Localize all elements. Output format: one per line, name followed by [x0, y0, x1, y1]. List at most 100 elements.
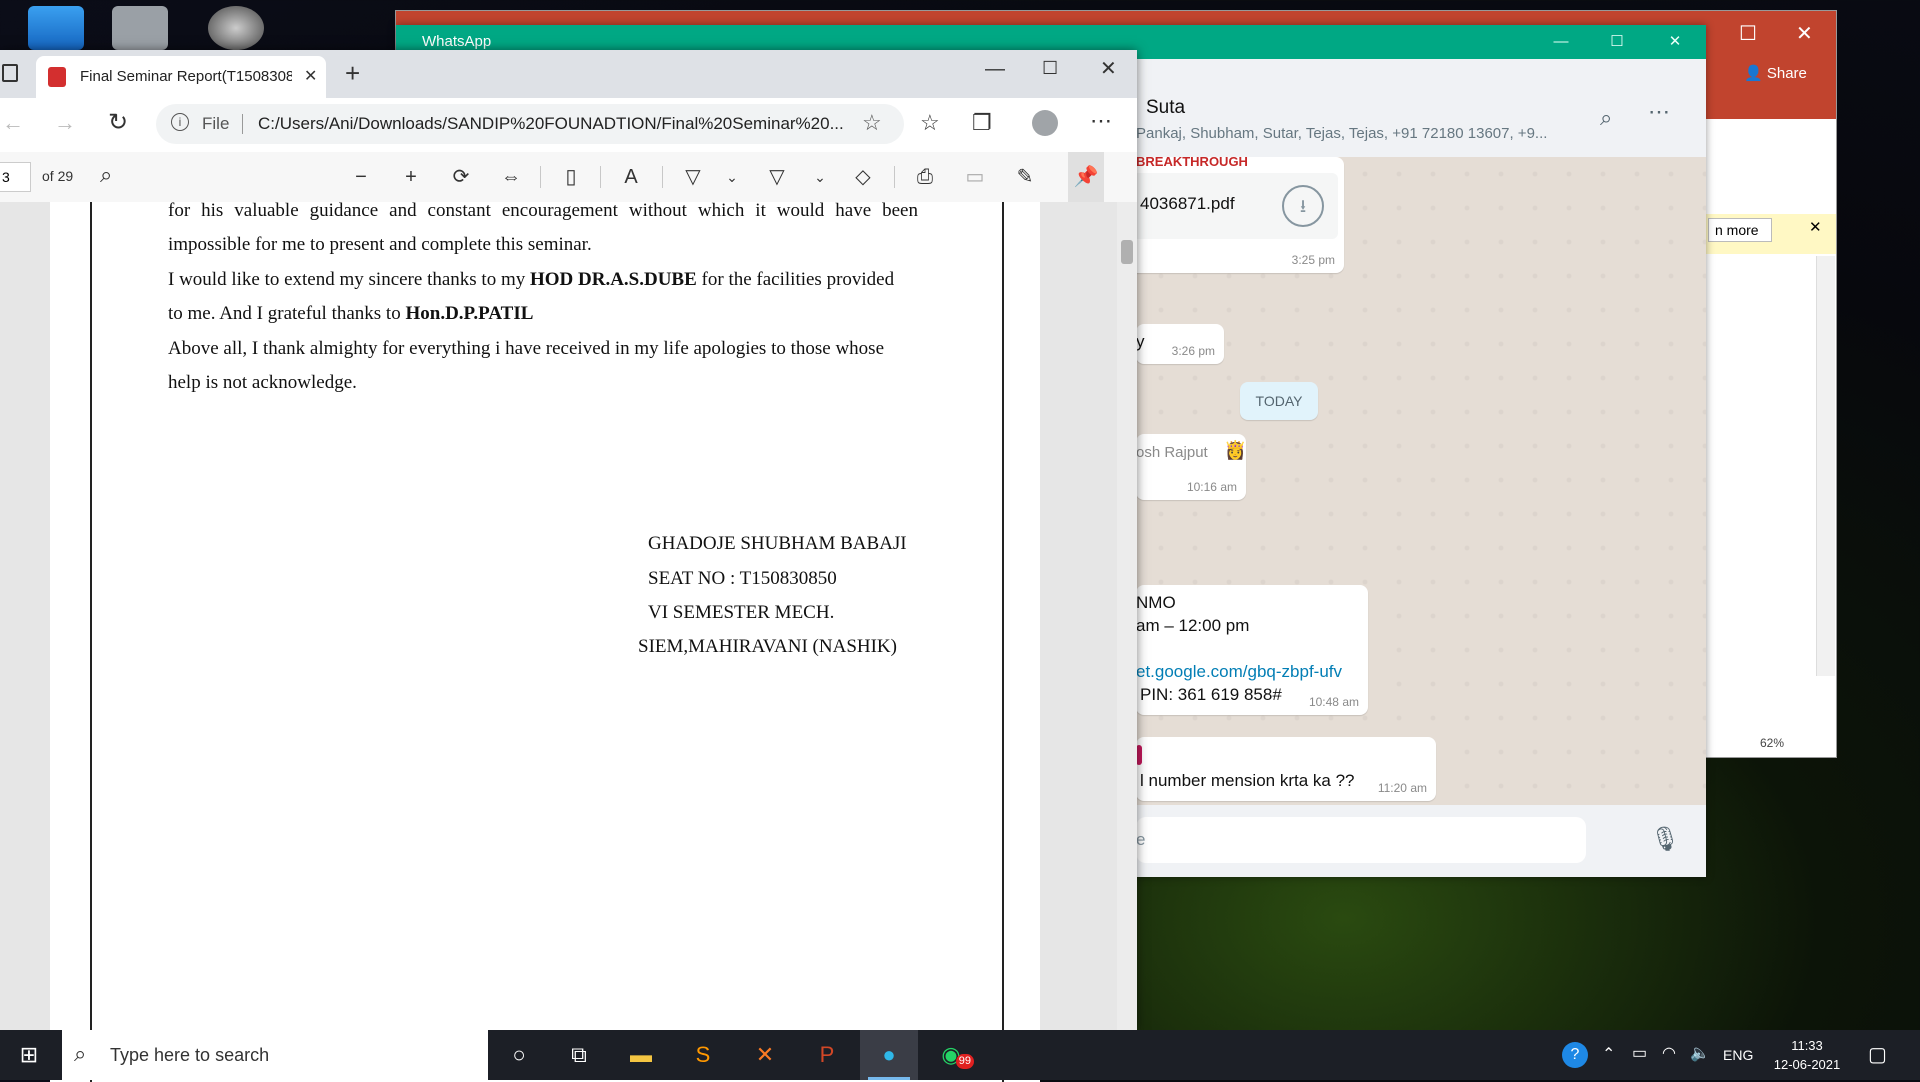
more-options-icon[interactable]: ⋯	[1648, 99, 1670, 125]
wa-close-button[interactable]: ✕	[1647, 25, 1703, 59]
favorites-icon[interactable]: ☆	[920, 110, 940, 136]
maximize-button[interactable]: ☐	[1042, 58, 1058, 79]
address-text[interactable]: C:/Users/Ani/Downloads/SANDIP%20FOUNADTI…	[258, 114, 844, 134]
ppt-maximize-button[interactable]: ☐	[1739, 21, 1757, 46]
powerpoint-taskbar-icon[interactable]: P	[798, 1030, 856, 1080]
battery-icon[interactable]: ▭	[1632, 1043, 1647, 1063]
meeting-title: NMO	[1136, 593, 1176, 612]
save-as-icon[interactable]: ✎	[1010, 152, 1040, 202]
edge-taskbar-icon[interactable]: ●	[860, 1030, 918, 1080]
minimize-button[interactable]: —	[985, 58, 1005, 81]
paragraph-line: for his valuable guidance and constant e…	[168, 200, 918, 221]
pdf-scrollbar[interactable]	[1117, 202, 1137, 1030]
desktop-app-icon[interactable]	[208, 6, 264, 50]
date-divider: TODAY	[1240, 382, 1318, 420]
notifications-icon[interactable]: ▢	[1868, 1042, 1887, 1067]
page-total: of 29	[42, 168, 74, 184]
this-pc-icon[interactable]	[28, 6, 84, 50]
ppt-share-button[interactable]: 👤 Share	[1744, 64, 1807, 82]
collections-icon[interactable]: ❐	[972, 110, 992, 136]
message-time: 3:25 pm	[1291, 253, 1335, 267]
new-tab-button[interactable]: +	[345, 58, 360, 89]
cortana-icon[interactable]: ○	[490, 1030, 548, 1080]
recycle-bin-icon[interactable]	[112, 6, 168, 50]
xampp-icon[interactable]: ✕	[736, 1030, 794, 1080]
toolbar-divider	[600, 166, 601, 188]
close-button[interactable]: ✕	[1100, 56, 1117, 81]
paragraph-line: impossible for me to present and complet…	[168, 234, 592, 255]
address-bar[interactable]: i File C:/Users/Ani/Downloads/SANDIP%20F…	[156, 104, 904, 144]
ppt-close-button[interactable]: ✕	[1796, 21, 1813, 46]
favorite-add-icon[interactable]: ☆	[862, 110, 882, 136]
whatsapp-unread-badge: 99	[955, 1054, 974, 1069]
attachment-bubble[interactable]: BREAKTHROUGH 4036871.pdf ⭳ 3:25 pm	[1126, 157, 1344, 273]
message-bubble[interactable]: osh Rajput 👸 10:16 am	[1136, 434, 1246, 500]
meeting-message-bubble[interactable]: NMO am – 12:00 pm et.google.com/gbq-zbpf…	[1136, 585, 1368, 715]
whatsapp-title: WhatsApp	[422, 33, 492, 50]
signature-college: SIEM,MAHIRAVANI (NASHIK)	[638, 636, 897, 657]
tab-strip: Final Seminar Report(T15083085 ✕ + — ☐ ✕	[0, 50, 1137, 98]
sublime-text-icon[interactable]: S	[674, 1030, 732, 1080]
ppt-zoom-level[interactable]: 62%	[1760, 736, 1784, 750]
meeting-link[interactable]: et.google.com/gbq-zbpf-ufv	[1136, 662, 1342, 682]
input-language[interactable]: ENG	[1723, 1047, 1753, 1063]
refresh-icon[interactable]: ↻	[108, 108, 128, 137]
pdf-viewer[interactable]: for his valuable guidance and constant e…	[0, 200, 1137, 1082]
taskbar-search[interactable]: ⌕ Type here to search	[62, 1030, 488, 1080]
scrollbar-thumb[interactable]	[1121, 240, 1133, 264]
person-icon: 👤	[1744, 65, 1763, 82]
meeting-time-range: am – 12:00 pm	[1136, 616, 1250, 635]
signature-semester: VI SEMESTER MECH.	[648, 602, 835, 623]
start-button[interactable]: ⊞	[0, 1030, 58, 1080]
volume-icon[interactable]: 🔈	[1690, 1043, 1710, 1063]
info-icon[interactable]: i	[171, 113, 189, 131]
message-time: 10:48 am	[1308, 695, 1359, 709]
clock-date: 12-06-2021	[1773, 1057, 1841, 1072]
tab-actions-icon[interactable]	[2, 64, 18, 82]
pin-toolbar-icon[interactable]: 📌	[1068, 152, 1104, 202]
meeting-pin: PIN: 361 619 858#	[1140, 685, 1282, 704]
page-number-input[interactable]: 3	[0, 162, 31, 192]
settings-more-icon[interactable]: ⋯	[1090, 108, 1112, 134]
wifi-icon[interactable]: ◠	[1662, 1043, 1676, 1063]
browser-window: Final Seminar Report(T15083085 ✕ + — ☐ ✕…	[0, 50, 1137, 1082]
text-span: to me. And I grateful thanks to	[168, 303, 406, 324]
attachment-file[interactable]: 4036871.pdf ⭳	[1132, 173, 1338, 239]
whatsapp-taskbar-icon[interactable]: ◉ 99	[922, 1030, 980, 1080]
message-text: l number mension krta ka ??	[1140, 771, 1355, 790]
help-icon[interactable]: ?	[1562, 1042, 1588, 1068]
file-explorer-icon[interactable]: ▬	[612, 1030, 670, 1080]
message-bubble[interactable]: l number mension krta ka ?? 11:20 am	[1136, 737, 1436, 801]
toolbar-divider	[894, 166, 895, 188]
taskbar: ⊞ ⌕ Type here to search ○ ⧉ ▬ S ✕ P ● ◉ …	[0, 1030, 1920, 1080]
wa-minimize-button[interactable]: —	[1533, 25, 1589, 59]
ppt-notice-close-icon[interactable]: ✕	[1809, 218, 1822, 236]
message-bubble[interactable]: y 3:26 pm	[1136, 324, 1224, 364]
pdf-search-icon[interactable]: ⌕	[100, 162, 112, 188]
address-bar-row: ← → ↻ i File C:/Users/Ani/Downloads/SAND…	[0, 98, 1137, 153]
hod-name: HOD DR.A.S.DUBE	[529, 269, 697, 290]
ppt-scrollbar[interactable]	[1816, 256, 1835, 676]
text-span: for the facilities provided	[696, 269, 895, 290]
forward-icon[interactable]: →	[54, 110, 76, 136]
paragraph-line: help is not acknowledge.	[168, 372, 357, 393]
profile-avatar[interactable]	[1032, 110, 1058, 136]
microphone-icon[interactable]: 🎙	[1650, 825, 1680, 854]
paragraph-line: Above all, I thank almighty for everythi…	[168, 338, 884, 359]
wa-maximize-button[interactable]: ☐	[1589, 25, 1645, 59]
message-text: y	[1136, 332, 1145, 351]
tab-title: Final Seminar Report(T15083085	[80, 68, 292, 85]
clock[interactable]: 11:33 12-06-2021	[1772, 1036, 1842, 1074]
save-icon[interactable]: ▭	[960, 152, 990, 202]
back-icon[interactable]: ←	[2, 110, 24, 136]
message-sender: osh Rajput	[1136, 444, 1208, 461]
task-view-icon[interactable]: ⧉	[550, 1030, 608, 1080]
patil-name: Hon.D.P.PATIL	[405, 303, 534, 324]
download-icon[interactable]: ⭳	[1282, 185, 1324, 227]
tab-close-icon[interactable]: ✕	[304, 66, 317, 86]
message-input[interactable]: e	[1136, 817, 1586, 863]
tab-final-seminar-report[interactable]: Final Seminar Report(T15083085 ✕	[36, 56, 326, 98]
show-hidden-icons[interactable]: ⌃	[1602, 1044, 1615, 1064]
ppt-learn-more-button[interactable]: n more	[1708, 218, 1772, 242]
search-icon[interactable]: ⌕	[1600, 105, 1612, 131]
